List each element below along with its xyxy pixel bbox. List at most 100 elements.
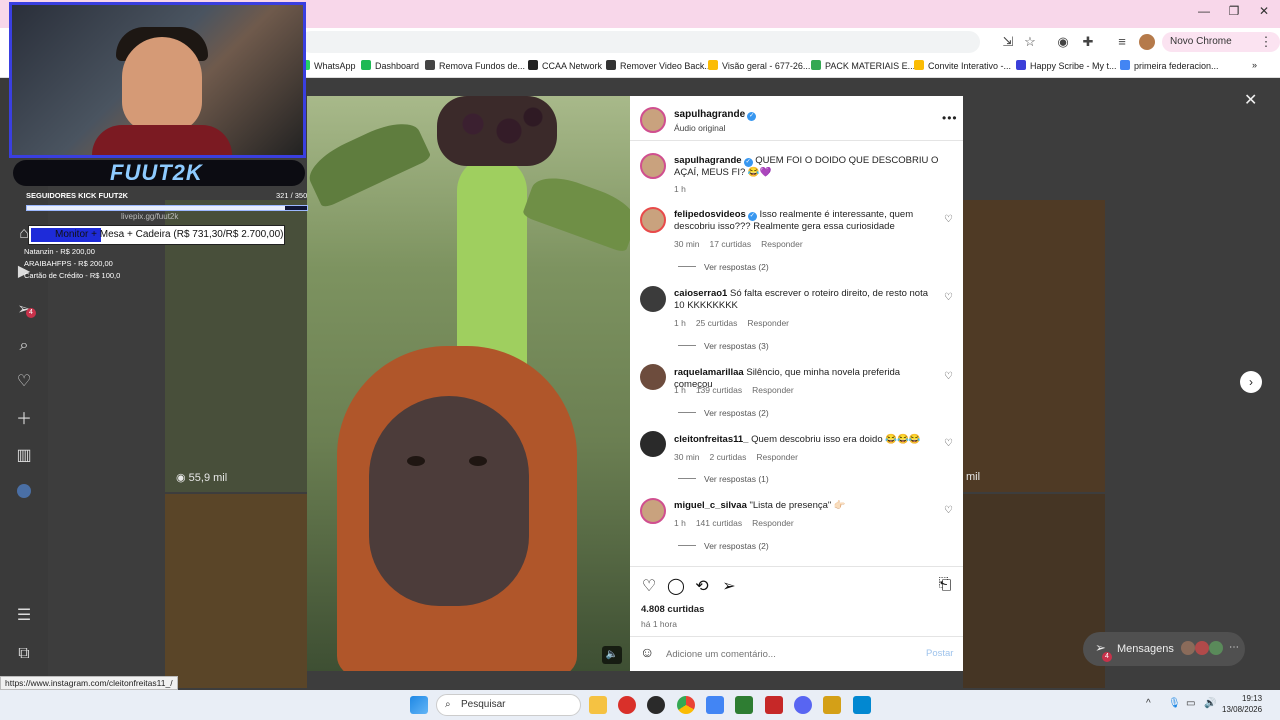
grid-tile[interactable] — [963, 200, 1105, 492]
bookmark-remova-fundos[interactable]: Remova Fundos de... — [425, 60, 525, 71]
tray-chevron-icon[interactable]: ^ — [1146, 698, 1151, 709]
reply-link[interactable]: Responder — [761, 239, 803, 249]
comment-avatar[interactable] — [640, 498, 666, 524]
comment-text: "Lista de presença" 👉🏻 — [749, 500, 846, 511]
comment-likes[interactable]: 141 curtidas — [696, 518, 742, 528]
reel-video[interactable] — [307, 96, 630, 671]
likes-count[interactable]: 4.808 curtidas — [641, 604, 704, 616]
save-icon[interactable]: ⎗ — [936, 576, 954, 594]
caption-avatar[interactable] — [640, 153, 666, 179]
view-replies[interactable]: Ver respostas (2) — [678, 408, 769, 418]
heart-icon[interactable]: ♡ — [14, 372, 34, 392]
search-icon[interactable]: ⌕ — [14, 336, 34, 356]
view-replies[interactable]: Ver respostas (3) — [678, 341, 769, 351]
reply-link[interactable]: Responder — [747, 318, 789, 328]
comment-username[interactable]: felipedosvideos — [674, 209, 746, 220]
close-modal-icon[interactable]: ✕ — [1244, 90, 1257, 110]
grid-tile[interactable] — [165, 494, 307, 688]
comment-username[interactable]: miguel_c_silvaa — [674, 500, 747, 511]
bookmark-primeira-federacion[interactable]: primeira federacion... — [1120, 60, 1219, 71]
bookmark-pack-materiais[interactable]: PACK MATERIAIS E... — [811, 60, 915, 71]
repost-icon[interactable]: ⟲ — [693, 576, 711, 596]
comment-likes[interactable]: 139 curtidas — [696, 385, 742, 395]
taskbar-search[interactable]: ⌕ Pesquisar — [436, 694, 581, 716]
puzzle-icon[interactable]: ✚ — [1080, 34, 1096, 50]
network-icon[interactable]: ▭ — [1186, 698, 1195, 709]
profile-avatar[interactable] — [1139, 34, 1155, 50]
discord-icon[interactable] — [794, 696, 812, 714]
clock[interactable]: 19:13 13/08/2026 — [1222, 693, 1262, 715]
create-icon[interactable]: ＋ — [14, 410, 34, 430]
menu-icon[interactable]: ☰ — [14, 606, 34, 626]
view-replies[interactable]: Ver respostas (2) — [678, 262, 769, 272]
comment-username[interactable]: raquelamarillaa — [674, 367, 744, 378]
comment-avatar[interactable] — [640, 207, 666, 233]
comment-icon[interactable]: ◯ — [667, 576, 685, 596]
caption-username[interactable]: sapulhagrande — [674, 155, 742, 166]
media-icon[interactable]: ≡ — [1114, 34, 1130, 50]
like-icon[interactable]: ♡ — [640, 576, 658, 596]
photos-icon[interactable] — [853, 696, 871, 714]
bookmark-ccaa[interactable]: CCAA Network — [528, 60, 602, 71]
grid-tile[interactable] — [963, 494, 1105, 688]
comment-likes[interactable]: 2 curtidas — [710, 452, 747, 462]
like-comment-icon[interactable]: ♡ — [944, 292, 953, 303]
extension-icon[interactable]: ◉ — [1055, 34, 1071, 50]
mute-icon[interactable]: 🔈 — [602, 646, 622, 664]
emoji-icon[interactable]: ☺ — [640, 645, 654, 659]
comment-likes[interactable]: 17 curtidas — [710, 239, 752, 249]
like-comment-icon[interactable]: ♡ — [944, 214, 953, 225]
chrome-icon[interactable] — [677, 696, 695, 714]
bookmark-visao-geral[interactable]: Visão geral - 677-26... — [708, 60, 810, 71]
volume-icon[interactable]: 🔊 — [1204, 698, 1216, 709]
bookmark-star-icon[interactable]: ☆ — [1022, 34, 1038, 50]
recorder-icon[interactable] — [765, 696, 783, 714]
like-comment-icon[interactable]: ♡ — [944, 371, 953, 382]
reply-link[interactable]: Responder — [756, 452, 798, 462]
comment-username[interactable]: cleitonfreitas11_ — [674, 434, 748, 445]
comment-likes[interactable]: 25 curtidas — [696, 318, 738, 328]
bookmark-remover-video[interactable]: Remover Video Back... — [606, 60, 712, 71]
more-options-icon[interactable]: ••• — [942, 112, 958, 124]
audio-label[interactable]: Áudio original — [674, 122, 726, 134]
author-avatar[interactable] — [640, 107, 666, 133]
omnibox[interactable] — [300, 31, 980, 53]
bookmark-happy-scribe[interactable]: Happy Scribe - My t... — [1016, 60, 1117, 71]
file-explorer-icon[interactable] — [589, 696, 607, 714]
comment-avatar[interactable] — [640, 286, 666, 312]
app-icon[interactable] — [823, 696, 841, 714]
next-post-icon[interactable]: › — [1240, 371, 1262, 393]
bookmark-convite[interactable]: Convite Interativo -... — [914, 60, 1011, 71]
bookmark-whatsapp[interactable]: WhatsApp — [300, 60, 356, 71]
insights-icon[interactable]: ▥ — [14, 446, 34, 466]
notepad-icon[interactable] — [706, 696, 724, 714]
close-window-icon[interactable]: ✕ — [1252, 4, 1276, 18]
obs-icon[interactable] — [647, 696, 665, 714]
install-app-icon[interactable]: ⇲ — [1000, 34, 1016, 50]
profile-icon[interactable] — [17, 484, 31, 498]
comment-input[interactable] — [666, 646, 906, 662]
author-username[interactable]: sapulhagrande — [674, 109, 745, 120]
post-button[interactable]: Postar — [926, 648, 953, 660]
media-player-icon[interactable] — [735, 696, 753, 714]
messages-button[interactable]: ➢ 4 Mensagens ⋯ — [1083, 632, 1245, 666]
view-replies[interactable]: Ver respostas (2) — [678, 541, 769, 551]
apps-icon[interactable]: ⧉ — [14, 644, 34, 664]
bookmarks-more-icon[interactable]: » — [1252, 60, 1257, 70]
windows-start-icon[interactable] — [410, 696, 428, 714]
like-comment-icon[interactable]: ♡ — [944, 438, 953, 449]
reply-link[interactable]: Responder — [752, 385, 794, 395]
comment-avatar[interactable] — [640, 431, 666, 457]
opera-icon[interactable] — [618, 696, 636, 714]
share-icon[interactable]: ➢ — [720, 576, 738, 596]
menu-kebab-icon[interactable]: ⋮ — [1258, 34, 1274, 50]
restore-icon[interactable]: ❐ — [1222, 4, 1246, 18]
bookmark-dashboard[interactable]: Dashboard — [361, 60, 419, 71]
mic-icon[interactable]: 🎙 — [1168, 698, 1181, 709]
view-replies[interactable]: Ver respostas (1) — [678, 474, 769, 484]
comment-username[interactable]: caioserrao1 — [674, 288, 727, 299]
comment-avatar[interactable] — [640, 364, 666, 390]
like-comment-icon[interactable]: ♡ — [944, 505, 953, 516]
minimize-icon[interactable]: — — [1192, 4, 1216, 18]
reply-link[interactable]: Responder — [752, 518, 794, 528]
